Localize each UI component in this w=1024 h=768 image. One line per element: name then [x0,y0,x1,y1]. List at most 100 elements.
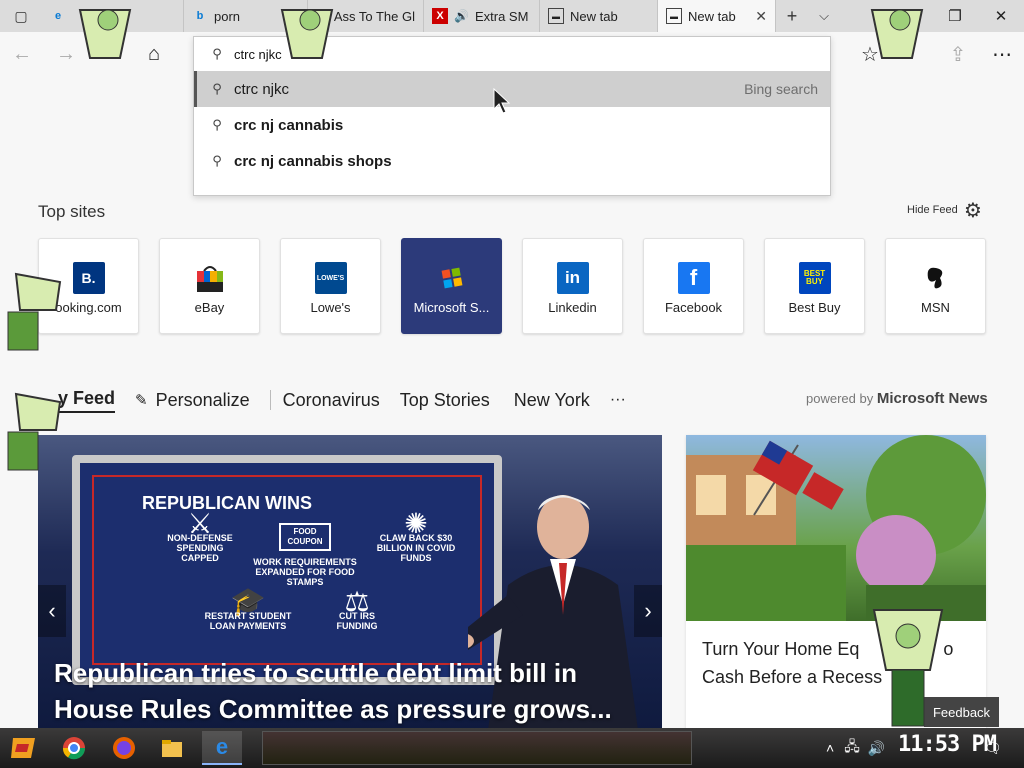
restore-icon: ❐ [948,8,962,25]
top-site-msn[interactable]: MSN [885,238,986,334]
msn-butterfly-icon [920,262,952,294]
peridot-sticker-icon [870,9,924,59]
gear-icon[interactable]: ⚙ [964,198,982,223]
folder-icon [162,740,182,757]
virus-icon: ✺ [404,508,428,539]
back-button[interactable]: ← [2,32,42,76]
search-icon: ⚲ [212,81,222,96]
top-site-ebay[interactable]: eBay [159,238,260,334]
top-site-label: eBay [194,300,225,315]
tab-6-active[interactable]: ▬ New tab ✕ [658,0,776,32]
tab-coronavirus[interactable]: Coronavirus [283,390,380,411]
back-arrow-icon: ← [12,42,32,65]
linkedin-icon: in [556,262,589,294]
newtab-icon: ▬ [548,8,564,24]
settings-more-button[interactable]: ⋯ [982,32,1022,76]
taskbar-edge[interactable]: e [202,731,242,765]
browser-window: ▢ e b porn ○ Ass To The Gl X 🔊 Extra SM … [0,0,1024,768]
newtab-icon: ▬ [666,8,682,24]
suggestion-text: crc nj cannabis [234,116,344,134]
tab-actions-button[interactable]: ▢ [0,0,42,32]
top-site-bestbuy[interactable]: BEST BUY Best Buy [764,238,865,334]
volume-icon[interactable]: 🔊 [868,740,885,757]
mouse-cursor-icon [493,88,511,114]
home-button[interactable]: ⌂ [134,32,174,76]
tab-new-york[interactable]: New York [514,390,590,411]
hero-prev-button[interactable]: ‹ [38,585,66,637]
tab-my-feed[interactable]: y Feed [58,388,116,413]
tab-4[interactable]: X 🔊 Extra SM [424,0,540,32]
tab-label: porn [214,8,241,24]
bestbuy-logo-icon: BEST BUY [798,262,831,294]
tab-personalize[interactable]: Personalize [156,390,250,411]
clock[interactable]: 11:53 PM [898,732,997,757]
top-site-label: Facebook [664,300,723,315]
taskbar-explorer[interactable] [152,731,192,765]
hero-screen-title: REPUBLICAN WINS [142,493,312,513]
tab-top-stories[interactable]: Top Stories [400,390,490,411]
edge-icon: e [54,10,62,22]
more-tabs-button[interactable]: ··· [610,391,626,409]
booking-logo-icon: B. [72,262,105,294]
network-icon[interactable]: 🖧 [844,736,860,760]
suggestion-text: ctrc njkc [234,80,290,98]
facebook-icon: f [677,262,710,294]
food-coupon-icon: FOOD COUPON [279,523,331,551]
screen-item-text: CLAW BACK $30 BILLION IN COVID FUNDS [376,533,456,563]
hero-headline[interactable]: Republican tries to scuttle debt limit b… [54,655,644,727]
chevron-up-icon[interactable]: ˄ [826,740,834,756]
top-sites-title: Top sites [38,202,106,221]
system-tray: ˄ 🖧 🔊 [826,728,885,768]
hero-next-button[interactable]: › [634,585,662,637]
side-headline-line1: Turn Your Home Eq [702,639,860,659]
top-site-microsoft-store[interactable]: Microsoft S... [401,238,502,334]
irs-eagle-icon: ⚖ [344,586,370,617]
bing-icon: b [196,10,204,22]
taskbar-chrome[interactable] [54,731,94,765]
screen-item-text: RESTART STUDENT LOAN PAYMENTS [204,611,292,631]
tab-label: Ass To The Gl [333,8,415,24]
notification-icon: 🗨 [984,739,1002,756]
home-icon: ⌂ [147,42,161,65]
close-icon: ✕ [994,8,1008,25]
divider [269,390,271,410]
top-site-label: Lowe's [310,300,351,315]
peridot-sticker-icon [872,609,944,727]
chevron-left-icon: ‹ [48,598,56,623]
tab-list-button[interactable]: ⌵ [808,0,840,32]
notifications-button[interactable]: 🗨 [984,728,1002,768]
side-headline-line2: Cash Before a Recess [702,667,883,687]
start-button[interactable] [4,731,44,765]
tab-label: New tab [688,8,736,24]
ebay-bag-icon [194,262,226,294]
top-site-lowes[interactable]: LOWE'S Lowe's [280,238,381,334]
hide-feed-link[interactable]: Hide Feed [907,204,958,216]
restore-button[interactable]: ❐ [932,0,978,32]
screen-item-text: NON-DEFENSE SPENDING CAPPED [167,533,233,563]
chevron-down-icon: ⌵ [819,8,829,23]
top-site-linkedin[interactable]: in Linkedin [522,238,623,334]
audio-icon[interactable]: 🔊 [454,9,469,23]
taskbar-firefox[interactable] [104,731,144,765]
close-window-button[interactable]: ✕ [978,0,1024,32]
top-site-facebook[interactable]: f Facebook [643,238,744,334]
side-card-image [686,435,986,621]
hero-news-card[interactable]: REPUBLICAN WINS ⚔ NON-DEFENSE SPENDING C… [38,435,662,730]
search-icon: ⚲ [212,153,222,168]
powered-by: powered by Microsoft News [806,390,988,407]
lowes-logo-icon: LOWE'S [314,262,347,294]
share-button[interactable]: ⇪ [938,32,978,76]
edge-icon: e [215,734,229,759]
chevron-right-icon: › [644,598,652,623]
tab-5[interactable]: ▬ New tab [540,0,658,32]
screen-item-text: CUT IRS FUNDING [336,611,378,631]
tab-label: New tab [570,8,618,24]
microsoft-store-icon [436,262,468,294]
close-tab-icon[interactable]: ✕ [741,8,767,25]
powered-prefix: powered by [806,391,874,406]
pencil-icon: ✎ [135,392,148,409]
suggestion-item[interactable]: ⚲ crc nj cannabis shops [194,143,830,179]
screen-item: ⚖ CUT IRS FUNDING [320,586,394,632]
new-tab-button[interactable]: + [776,0,808,32]
peridot-sticker-icon [78,9,132,59]
